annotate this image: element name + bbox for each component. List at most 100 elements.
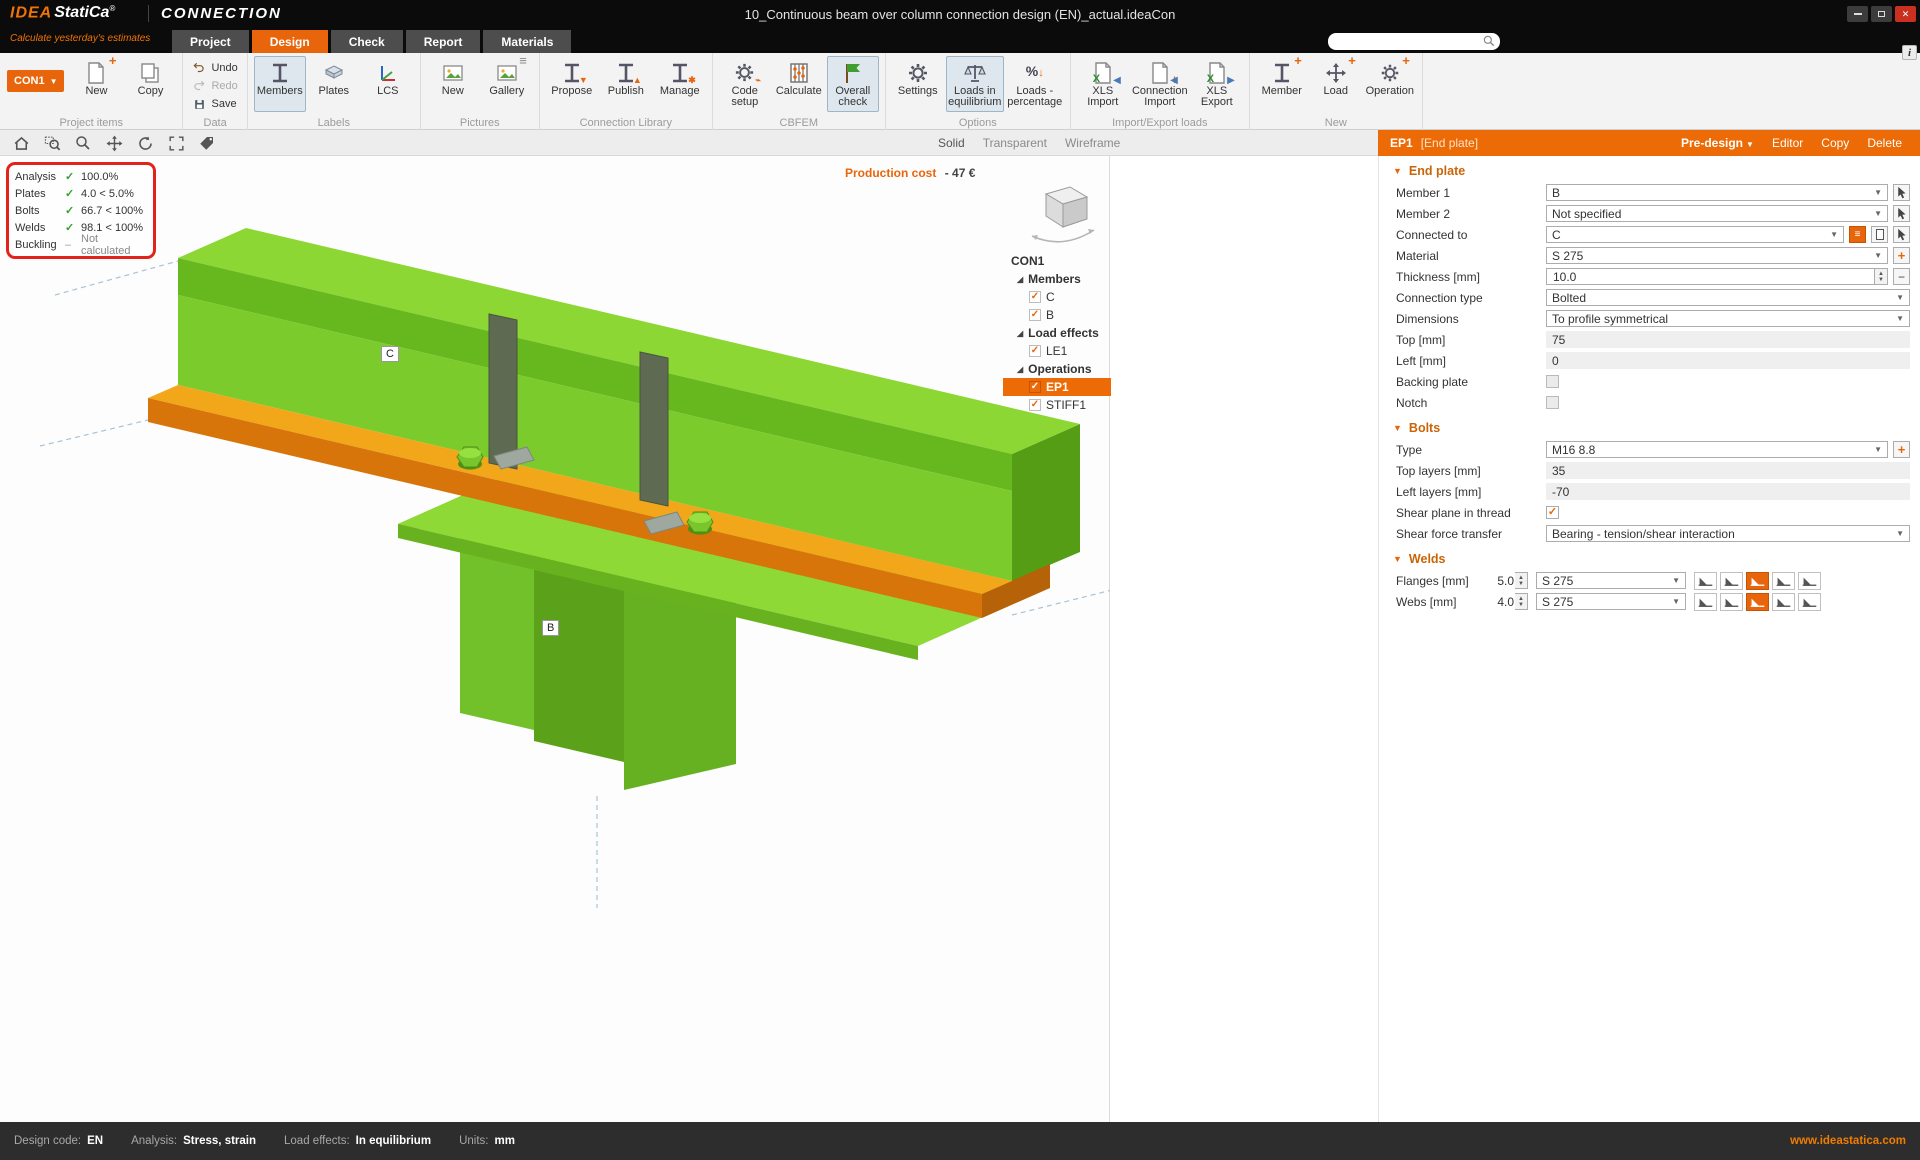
redo-button[interactable]: Redo (188, 78, 241, 94)
labels-members-button[interactable]: Members (254, 56, 306, 112)
xls-export-button[interactable]: X▶ XLS Export (1191, 56, 1243, 112)
tree-item-b[interactable]: ✓B (1003, 306, 1111, 324)
bolt-1[interactable] (457, 447, 483, 470)
tree-item-le1[interactable]: ✓LE1 (1003, 342, 1111, 360)
new-operation-button[interactable]: + Operation (1364, 56, 1416, 112)
publish-button[interactable]: ▲ Publish (600, 56, 652, 112)
loads-percentage-button[interactable]: %↓ Loads - percentage (1006, 56, 1064, 112)
member2-select[interactable]: Not specified▼ (1546, 205, 1888, 222)
zoom-window-button[interactable] (41, 132, 63, 154)
project-copy-button[interactable]: Copy (124, 56, 176, 112)
checkbox-checked-icon[interactable]: ✓ (1029, 381, 1041, 393)
tab-materials[interactable]: Materials (483, 30, 571, 53)
tree-root-con1[interactable]: CON1 (1003, 252, 1111, 270)
checkbox-checked-icon[interactable]: ✓ (1029, 345, 1041, 357)
weld-type-1-button[interactable] (1694, 572, 1717, 590)
website-link[interactable]: www.ideastatica.com (1790, 1135, 1906, 1147)
propose-button[interactable]: ▼ Propose (546, 56, 598, 112)
thickness-reset-button[interactable]: − (1893, 268, 1910, 285)
notch-checkbox[interactable] (1546, 396, 1559, 409)
checkbox-checked-icon[interactable]: ✓ (1029, 399, 1041, 411)
backing-plate-checkbox[interactable] (1546, 375, 1559, 388)
save-button[interactable]: Save (188, 96, 241, 112)
calculate-button[interactable]: Calculate (773, 56, 825, 112)
top-layers-input[interactable]: 35 (1546, 462, 1910, 479)
top-input[interactable]: 75 (1546, 331, 1910, 348)
con1-dropdown-button[interactable]: CON1▼ (7, 70, 64, 92)
connected-to-select[interactable]: C▼ (1546, 226, 1844, 243)
tree-header-load-effects[interactable]: ◢Load effects (1003, 324, 1111, 342)
section-end-plate[interactable]: ▼ End plate (1379, 160, 1920, 182)
predesign-dropdown[interactable]: Pre-design▼ (1681, 136, 1754, 150)
member-label-c[interactable]: C (381, 346, 399, 362)
shear-transfer-select[interactable]: Bearing - tension/shear interaction▼ (1546, 525, 1910, 542)
search-input[interactable] (1328, 36, 1482, 48)
pan-button[interactable] (103, 132, 125, 154)
checkbox-checked-icon[interactable]: ✓ (1029, 309, 1041, 321)
info-button[interactable]: i (1902, 45, 1917, 60)
webs-weld-size[interactable]: 4.0 (1488, 595, 1514, 609)
close-button[interactable]: ✕ (1895, 6, 1916, 22)
weld-type-5-button[interactable] (1798, 572, 1821, 590)
xls-import-button[interactable]: X◀ XLS Import (1077, 56, 1129, 112)
maximize-button[interactable] (1871, 6, 1892, 22)
delete-operation-button[interactable]: Delete (1867, 136, 1902, 150)
checkbox-checked-icon[interactable]: ✓ (1029, 291, 1041, 303)
scene-3d[interactable] (0, 156, 1110, 1122)
fit-view-button[interactable] (165, 132, 187, 154)
gallery-button[interactable]: ≡ Gallery (481, 56, 533, 112)
picture-new-button[interactable]: New (427, 56, 479, 112)
weld-type-3-button[interactable] (1746, 572, 1769, 590)
shear-plane-checkbox[interactable]: ✓ (1546, 506, 1559, 519)
labels-lcs-button[interactable]: LCS (362, 56, 414, 112)
section-bolts[interactable]: ▼ Bolts (1379, 417, 1920, 439)
section-welds[interactable]: ▼ Welds (1379, 548, 1920, 570)
overall-check-button[interactable]: Overall check (827, 56, 879, 112)
weld-type-2-button[interactable] (1720, 572, 1743, 590)
weld-type-5-button[interactable] (1798, 593, 1821, 611)
tree-header-operations[interactable]: ◢Operations (1003, 360, 1111, 378)
render-mode-transparent[interactable]: Transparent (983, 136, 1047, 150)
plate-side-button[interactable]: ≡ (1849, 226, 1866, 243)
tab-project[interactable]: Project (172, 30, 249, 53)
flanges-weld-stepper[interactable]: ▲▼ (1515, 572, 1528, 589)
editor-button[interactable]: Editor (1772, 136, 1803, 150)
viewport-3d[interactable]: Analysis ✓ 100.0% Plates ✓ 4.0 < 5.0% Bo… (0, 156, 1110, 1122)
flanges-weld-material-select[interactable]: S 275▼ (1536, 572, 1686, 589)
project-new-button[interactable]: + New (70, 56, 122, 112)
weld-type-3-button[interactable] (1746, 593, 1769, 611)
connected-to-pick-button[interactable] (1893, 226, 1910, 243)
material-select[interactable]: S 275▼ (1546, 247, 1888, 264)
tree-header-members[interactable]: ◢Members (1003, 270, 1111, 288)
tab-report[interactable]: Report (406, 30, 481, 53)
weld-type-2-button[interactable] (1720, 593, 1743, 611)
bolt-type-add-button[interactable]: + (1893, 441, 1910, 458)
render-mode-wireframe[interactable]: Wireframe (1065, 136, 1120, 150)
loads-in-equilibrium-button[interactable]: Loads in equilibrium (946, 56, 1004, 112)
webs-weld-material-select[interactable]: S 275▼ (1536, 593, 1686, 610)
new-member-button[interactable]: + Member (1256, 56, 1308, 112)
render-mode-solid[interactable]: Solid (938, 136, 965, 150)
weld-type-4-button[interactable] (1772, 593, 1795, 611)
rotate-view-button[interactable] (134, 132, 156, 154)
tree-item-c[interactable]: ✓C (1003, 288, 1111, 306)
weld-type-1-button[interactable] (1694, 593, 1717, 611)
dimensions-select[interactable]: To profile symmetrical▼ (1546, 310, 1910, 327)
settings-button[interactable]: Settings (892, 56, 944, 112)
minimize-button[interactable] (1847, 6, 1868, 22)
undo-button[interactable]: Undo (188, 60, 241, 76)
label-tool-button[interactable] (196, 132, 218, 154)
webs-weld-stepper[interactable]: ▲▼ (1515, 593, 1528, 610)
member-label-b[interactable]: B (542, 620, 559, 636)
tree-item-stiff1[interactable]: ✓STIFF1 (1003, 396, 1111, 414)
flanges-weld-size[interactable]: 5.0 (1488, 574, 1514, 588)
weld-type-4-button[interactable] (1772, 572, 1795, 590)
left-layers-input[interactable]: -70 (1546, 483, 1910, 500)
search-box[interactable] (1328, 33, 1500, 50)
zoom-button[interactable] (72, 132, 94, 154)
connection-import-button[interactable]: I◀ Connection Import (1131, 56, 1189, 112)
home-view-button[interactable] (10, 132, 32, 154)
member2-pick-button[interactable] (1893, 205, 1910, 222)
bolt-2[interactable] (687, 512, 713, 535)
view-cube[interactable] (1026, 182, 1100, 257)
